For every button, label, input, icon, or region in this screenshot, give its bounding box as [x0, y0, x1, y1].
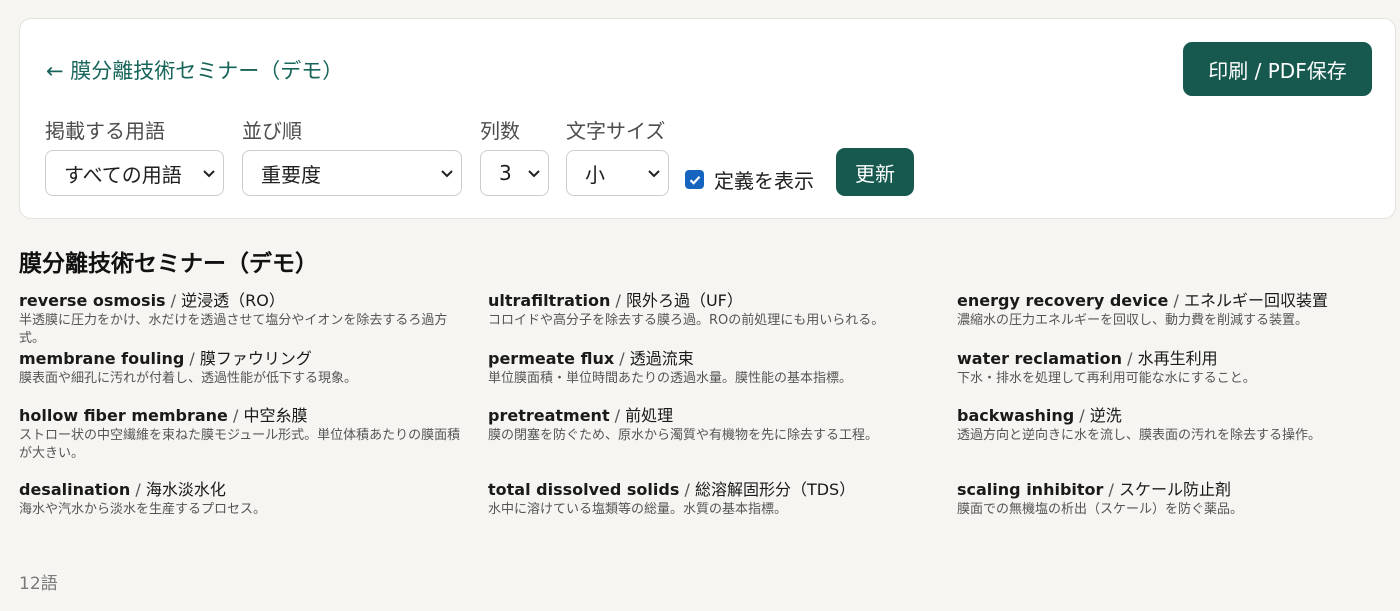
term-english: backwashing: [957, 406, 1075, 425]
term-japanese: 膜ファウリング: [199, 349, 312, 368]
term-japanese: 総溶解固形分（TDS）: [694, 480, 856, 499]
term-definition: 膜の閉塞を防ぐため、原水から濁質や有機物を先に除去する工程。: [488, 428, 879, 443]
term-english: reverse osmosis: [19, 291, 166, 310]
term-definition: 単位膜面積・単位時間あたりの透過水量。膜性能の基本指標。: [488, 371, 853, 386]
term-heading: total dissolved solids / 総溶解固形分（TDS）: [488, 479, 937, 501]
page-title: 膜分離技術セミナー（デモ）: [19, 251, 318, 277]
term-japanese: エネルギー回収装置: [1183, 291, 1328, 310]
update-button[interactable]: 更新: [836, 148, 914, 196]
term-japanese: 海水淡水化: [145, 480, 226, 499]
term-english: ultrafiltration: [488, 291, 611, 310]
print-pdf-button[interactable]: 印刷 / PDF保存: [1183, 42, 1372, 96]
term-heading: pretreatment / 前処理: [488, 405, 937, 427]
show-definitions-label: 定義を表示: [714, 169, 814, 193]
font-size-value: 小: [585, 162, 605, 187]
term-definition: 半透膜に圧力をかけ、水だけを透過させて塩分やイオンを除去するろ過方式。: [19, 313, 448, 346]
term-heading: water reclamation / 水再生利用: [957, 348, 1371, 370]
term-heading: desalination / 海水淡水化: [19, 479, 468, 501]
term-separator: /: [679, 480, 695, 499]
term-item: scaling inhibitor / スケール防止剤 膜面での無機塩の析出（スケ…: [957, 479, 1391, 519]
term-definition: 透過方向と逆向きに水を流し、膜表面の汚れを除去する操作。: [957, 428, 1322, 443]
term-english: hollow fiber membrane: [19, 406, 228, 425]
terms-filter-label: 掲載する用語: [45, 119, 165, 143]
term-english: pretreatment: [488, 406, 610, 425]
term-heading: scaling inhibitor / スケール防止剤: [957, 479, 1371, 501]
term-english: permeate flux: [488, 349, 615, 368]
term-japanese: 逆洗: [1089, 406, 1122, 425]
term-japanese: 限外ろ過（UF）: [625, 291, 743, 310]
controls-panel: ← 膜分離技術セミナー（デモ） 印刷 / PDF保存 掲載する用語 すべての用語…: [19, 18, 1396, 219]
sort-order-value: 重要度: [261, 162, 321, 187]
chevron-down-icon: [648, 170, 660, 178]
chevron-down-icon: [441, 170, 453, 178]
columns-value: 3: [499, 161, 512, 185]
term-item: hollow fiber membrane / 中空糸膜 ストロー状の中空繊維を束…: [19, 405, 488, 479]
term-item: permeate flux / 透過流束 単位膜面積・単位時間あたりの透過水量。膜…: [488, 348, 957, 405]
sort-order-select[interactable]: 重要度: [242, 150, 462, 196]
term-definition: 海水や汽水から淡水を生産するプロセス。: [19, 502, 267, 517]
font-size-label: 文字サイズ: [566, 119, 666, 143]
term-definition: 下水・排水を処理して再利用可能な水にすること。: [957, 371, 1256, 386]
term-definition: 膜面での無機塩の析出（スケール）を防ぐ薬品。: [957, 502, 1244, 517]
term-definition: ストロー状の中空繊維を束ねた膜モジュール形式。単位体積あたりの膜面積が大きい。: [19, 428, 461, 461]
term-item: backwashing / 逆洗 透過方向と逆向きに水を流し、膜表面の汚れを除去す…: [957, 405, 1391, 479]
term-english: desalination: [19, 480, 131, 499]
term-english: total dissolved solids: [488, 480, 680, 499]
term-english: scaling inhibitor: [957, 480, 1104, 499]
term-english: water reclamation: [957, 349, 1123, 368]
term-definition: 濃縮水の圧力エネルギーを回収し、動力費を削減する装置。: [957, 313, 1309, 328]
term-item: membrane fouling / 膜ファウリング 膜表面や細孔に汚れが付着し、…: [19, 348, 488, 405]
term-count: 12語: [19, 574, 58, 594]
term-item: water reclamation / 水再生利用 下水・排水を処理して再利用可能…: [957, 348, 1391, 405]
term-separator: /: [227, 406, 244, 425]
terms-filter-select[interactable]: すべての用語: [45, 150, 224, 196]
columns-select[interactable]: 3: [480, 150, 549, 196]
show-definitions-toggle[interactable]: 定義を表示: [685, 165, 814, 194]
term-japanese: 中空糸膜: [243, 406, 308, 425]
term-separator: /: [614, 349, 630, 368]
check-icon: [689, 175, 700, 185]
terms-filter-value: すべての用語: [64, 162, 182, 187]
term-separator: /: [184, 349, 200, 368]
back-link[interactable]: ← 膜分離技術セミナー（デモ）: [46, 55, 343, 85]
term-item: total dissolved solids / 総溶解固形分（TDS） 水中に溶…: [488, 479, 957, 519]
term-japanese: 透過流束: [629, 349, 694, 368]
term-heading: backwashing / 逆洗: [957, 405, 1371, 427]
term-heading: energy recovery device / エネルギー回収装置: [957, 290, 1371, 312]
term-separator: /: [130, 480, 146, 499]
term-separator: /: [610, 291, 626, 310]
chevron-down-icon: [528, 170, 540, 178]
term-separator: /: [1103, 480, 1119, 499]
term-separator: /: [1074, 406, 1090, 425]
sort-order-label: 並び順: [242, 119, 302, 143]
term-item: pretreatment / 前処理 膜の閉塞を防ぐため、原水から濁質や有機物を先…: [488, 405, 957, 479]
columns-label: 列数: [480, 119, 520, 143]
chevron-down-icon: [203, 170, 215, 178]
term-definition: 膜表面や細孔に汚れが付着し、透過性能が低下する現象。: [19, 371, 358, 386]
term-japanese: 水再生利用: [1137, 349, 1218, 368]
term-heading: hollow fiber membrane / 中空糸膜: [19, 405, 468, 427]
term-japanese: 逆浸透（RO）: [181, 291, 285, 310]
show-definitions-checkbox[interactable]: [685, 170, 704, 189]
term-heading: reverse osmosis / 逆浸透（RO）: [19, 290, 468, 312]
term-english: membrane fouling: [19, 349, 185, 368]
term-separator: /: [165, 291, 182, 310]
term-japanese: スケール防止剤: [1118, 480, 1231, 499]
term-heading: permeate flux / 透過流束: [488, 348, 937, 370]
term-item: reverse osmosis / 逆浸透（RO） 半透膜に圧力をかけ、水だけを透…: [19, 290, 488, 348]
term-definition: 水中に溶けている塩類等の総量。水質の基本指標。: [488, 502, 788, 517]
term-heading: ultrafiltration / 限外ろ過（UF）: [488, 290, 937, 312]
term-grid: reverse osmosis / 逆浸透（RO） 半透膜に圧力をかけ、水だけを透…: [19, 290, 1391, 519]
term-definition: コロイドや高分子を除去する膜ろ過。ROの前処理にも用いられる。: [488, 313, 885, 328]
term-separator: /: [609, 406, 626, 425]
term-item: ultrafiltration / 限外ろ過（UF） コロイドや高分子を除去する膜…: [488, 290, 957, 348]
term-item: energy recovery device / エネルギー回収装置 濃縮水の圧力…: [957, 290, 1391, 348]
font-size-select[interactable]: 小: [566, 150, 669, 196]
term-japanese: 前処理: [625, 406, 674, 425]
term-heading: membrane fouling / 膜ファウリング: [19, 348, 468, 370]
term-separator: /: [1168, 291, 1184, 310]
term-separator: /: [1122, 349, 1138, 368]
term-english: energy recovery device: [957, 291, 1169, 310]
term-item: desalination / 海水淡水化 海水や汽水から淡水を生産するプロセス。: [19, 479, 488, 519]
